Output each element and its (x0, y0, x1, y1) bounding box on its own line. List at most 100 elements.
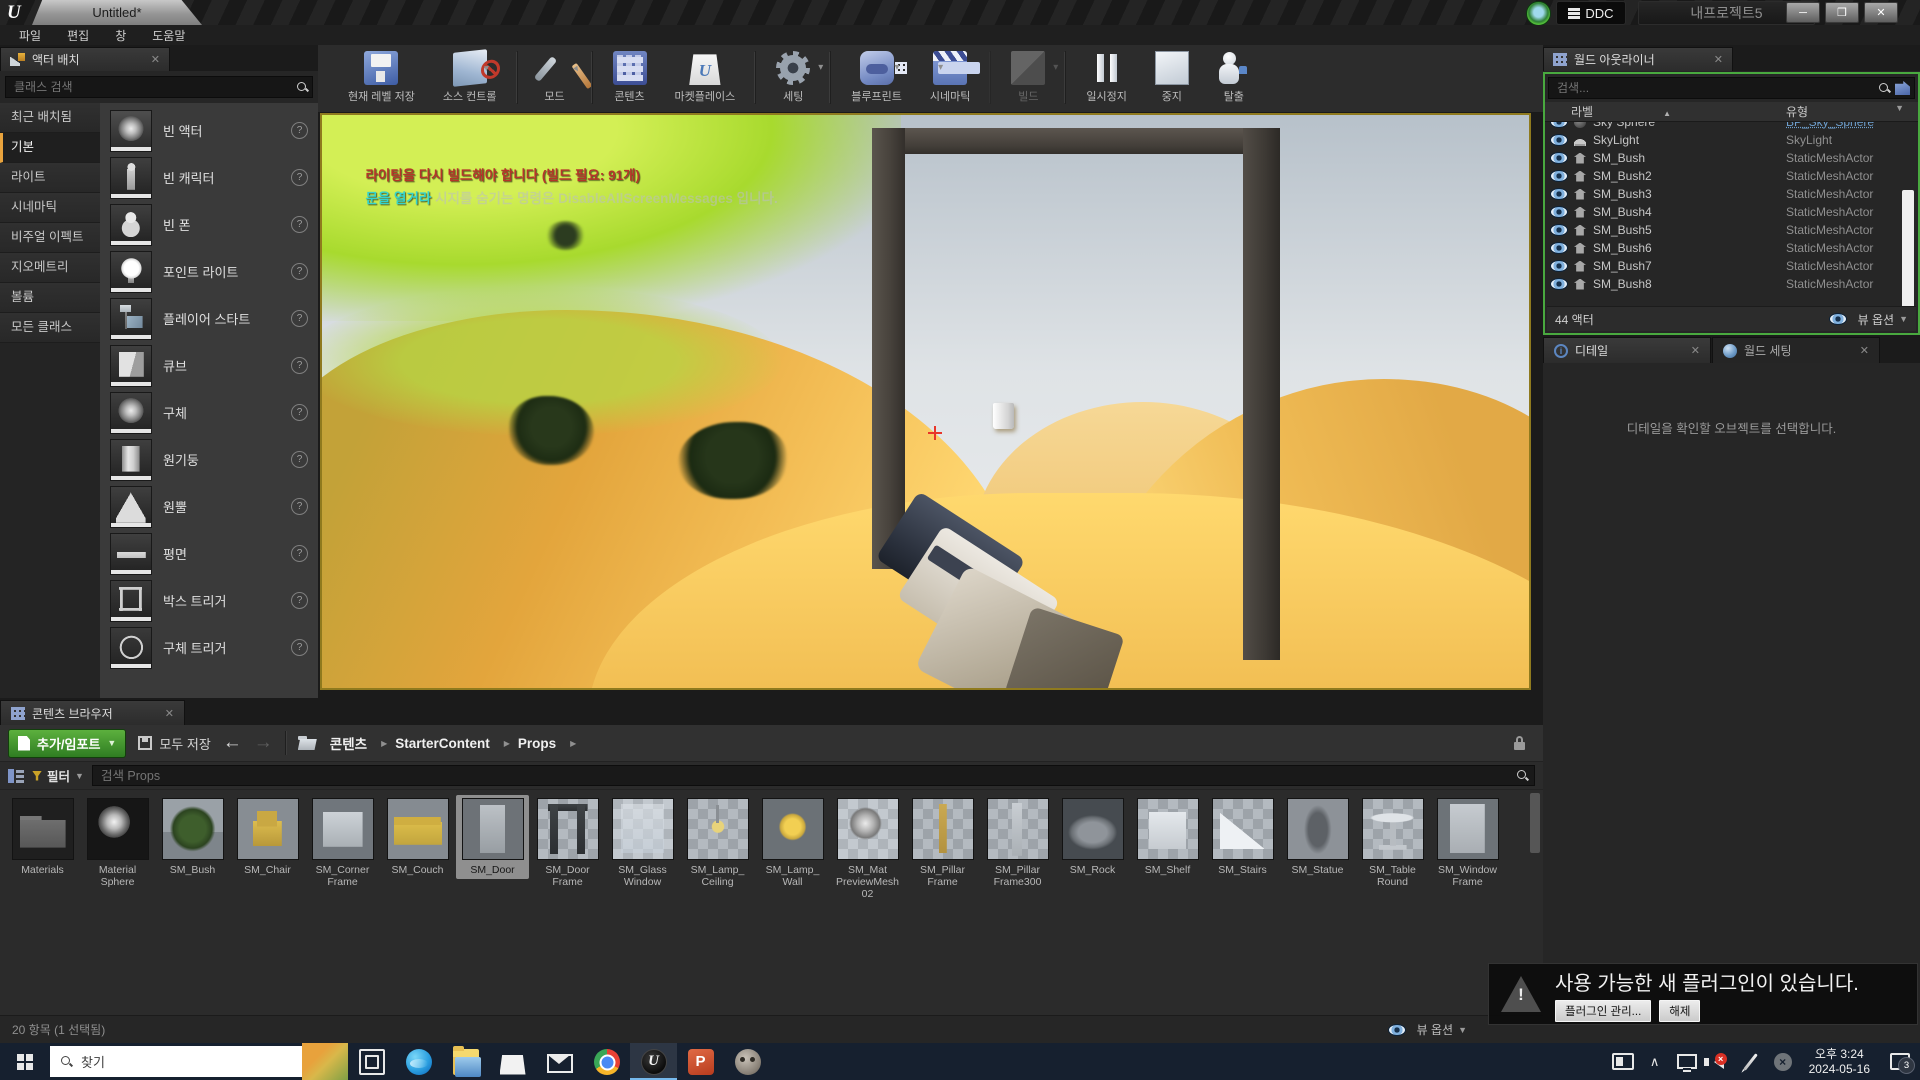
asset-tile[interactable]: SM_Door (456, 795, 529, 879)
dismiss-button[interactable]: 해제 (1659, 1000, 1700, 1022)
toolbar-button[interactable]: 마켓플레이스 (661, 51, 750, 104)
hidden-icons-chevron[interactable]: ∧ (1639, 1043, 1671, 1080)
menu-item[interactable]: 창 (102, 27, 139, 44)
toolbar-button[interactable]: 빌드 (990, 51, 1059, 104)
forward-button[interactable]: → (254, 732, 273, 754)
outliner-row[interactable]: SM_Bush8 StaticMeshActor (1545, 275, 1918, 293)
close-icon[interactable]: ✕ (1691, 344, 1700, 357)
start-button[interactable] (0, 1043, 50, 1080)
visibility-eye-icon[interactable] (1550, 134, 1568, 146)
help-icon[interactable] (291, 122, 308, 139)
place-actor-item[interactable]: 박스 트리거 (100, 577, 318, 624)
taskbar-app[interactable] (536, 1043, 583, 1080)
menu-item[interactable]: 도움말 (139, 27, 198, 44)
outliner-row[interactable]: SM_Bush5 StaticMeshActor (1545, 221, 1918, 239)
outliner-row[interactable]: Sky Sphere BP_Sky_Sphere (1545, 122, 1918, 131)
visibility-eye-icon[interactable] (1550, 260, 1568, 272)
tab-world-settings[interactable]: 월드 세팅 ✕ (1712, 337, 1880, 363)
document-tab[interactable]: Untitled* (32, 0, 202, 25)
asset-tile[interactable]: SM_Corner Frame (306, 795, 379, 891)
toolbar-button[interactable]: 현재 레벨 저장 (334, 51, 429, 104)
help-icon[interactable] (291, 451, 308, 468)
place-actors-category[interactable]: 시네마틱 (0, 193, 100, 223)
taskbar-app[interactable] (442, 1043, 489, 1080)
place-actor-item[interactable]: 빈 캐릭터 (100, 154, 318, 201)
breadcrumb-item[interactable]: StarterContent (395, 736, 514, 751)
asset-tile[interactable]: SM_Couch (381, 795, 454, 879)
close-icon[interactable]: ✕ (151, 53, 160, 66)
visibility-eye-icon[interactable] (1550, 188, 1568, 200)
asset-tile[interactable]: SM_Mat PreviewMesh 02 (831, 795, 904, 903)
view-options-button[interactable]: 뷰 옵션 ▼ (1383, 1021, 1467, 1038)
asset-tile[interactable]: SM_Shelf (1131, 795, 1204, 879)
close-button[interactable]: ✕ (1864, 2, 1898, 23)
close-icon[interactable]: ✕ (165, 707, 174, 720)
place-actor-item[interactable]: 플레이어 스타트 (100, 295, 318, 342)
help-icon[interactable] (291, 592, 308, 609)
class-search-input[interactable] (10, 80, 297, 94)
breadcrumb-item[interactable]: 콘텐츠 (330, 733, 391, 753)
place-actors-category[interactable]: 볼륨 (0, 283, 100, 313)
taskbar-app[interactable] (677, 1043, 724, 1080)
outliner-row[interactable]: SkyLight SkyLight (1545, 131, 1918, 149)
menu-item[interactable]: 파일 (6, 27, 54, 44)
tab-content-browser[interactable]: 콘텐츠 브라우저 ✕ (0, 700, 185, 725)
help-icon[interactable] (291, 216, 308, 233)
asset-tile[interactable]: SM_Window Frame (1431, 795, 1504, 891)
visibility-eye-icon[interactable] (1550, 206, 1568, 218)
tab-place-actors[interactable]: 액터 배치 ✕ (0, 47, 170, 71)
outliner-row[interactable]: SM_Bush3 StaticMeshActor (1545, 185, 1918, 203)
tab-world-outliner[interactable]: 월드 아웃라이너 ✕ (1543, 47, 1733, 71)
toolbar-button[interactable]: 블루프린트 (830, 51, 916, 104)
place-actor-item[interactable]: 원뿔 (100, 483, 318, 530)
outliner-row[interactable]: SM_Bush7 StaticMeshActor (1545, 257, 1918, 275)
asset-tile[interactable]: SM_Bush (156, 795, 229, 879)
close-icon[interactable]: ✕ (1714, 53, 1723, 66)
back-button[interactable]: ← (223, 732, 242, 754)
help-icon[interactable] (291, 498, 308, 515)
toolbar-button[interactable]: 시네마틱 (916, 51, 984, 104)
minimize-button[interactable]: ─ (1786, 2, 1820, 23)
asset-tile[interactable]: Material Sphere (81, 795, 154, 891)
toolbar-button[interactable]: 일시정지 (1065, 51, 1140, 104)
visibility-eye-icon[interactable] (1550, 122, 1568, 128)
help-icon[interactable] (291, 639, 308, 656)
place-actors-category[interactable]: 비주얼 이펙트 (0, 223, 100, 253)
place-actor-item[interactable]: 평면 (100, 530, 318, 577)
outliner-row[interactable]: SM_Bush StaticMeshActor (1545, 149, 1918, 167)
taskbar-app[interactable] (489, 1043, 536, 1080)
taskbar-app[interactable] (348, 1043, 395, 1080)
outliner-row[interactable]: SM_Bush2 StaticMeshActor (1545, 167, 1918, 185)
toolbar-button[interactable]: 세팅 (755, 51, 824, 104)
asset-tile[interactable]: SM_Glass Window (606, 795, 679, 891)
place-actor-item[interactable]: 큐브 (100, 342, 318, 389)
save-all-button[interactable]: 모두 저장 (138, 734, 210, 753)
lock-icon[interactable] (1514, 736, 1525, 750)
type-filter-icon[interactable]: ▼ (1895, 103, 1904, 113)
view-options-button[interactable]: 뷰 옵션 ▼ (1824, 311, 1908, 328)
help-icon[interactable] (291, 310, 308, 327)
asset-tile[interactable]: SM_Statue (1281, 795, 1354, 879)
toolbar-button[interactable]: 중지 (1141, 51, 1203, 104)
visibility-eye-icon[interactable] (1550, 170, 1568, 182)
asset-tile[interactable]: SM_Stairs (1206, 795, 1279, 879)
place-actor-item[interactable]: 빈 폰 (100, 201, 318, 248)
taskbar-app[interactable] (724, 1043, 771, 1080)
content-scrollbar[interactable] (1530, 793, 1540, 853)
toolbar-button[interactable]: 모드 (517, 51, 586, 104)
asset-tile[interactable]: SM_Pillar Frame300 (981, 795, 1054, 891)
asset-tile[interactable]: SM_Rock (1056, 795, 1129, 879)
toolbar-button[interactable]: 콘텐츠 (592, 51, 661, 104)
manage-plugins-button[interactable]: 플러그인 관리... (1555, 1000, 1651, 1022)
taskbar-app[interactable] (583, 1043, 630, 1080)
outliner-search-input[interactable] (1553, 81, 1879, 95)
asset-tile[interactable]: SM_Pillar Frame (906, 795, 979, 891)
help-icon[interactable] (291, 545, 308, 562)
place-actors-category[interactable]: 최근 배치됨 (0, 103, 100, 133)
place-actors-category[interactable]: 기본 (0, 133, 100, 163)
filter-button[interactable]: 필터 ▼ (32, 766, 84, 785)
add-import-button[interactable]: 추가/임포트 ▼ (8, 729, 126, 758)
menu-item[interactable]: 편집 (54, 27, 102, 44)
tab-details[interactable]: 디테일 ✕ (1543, 337, 1711, 363)
help-icon[interactable] (291, 357, 308, 374)
